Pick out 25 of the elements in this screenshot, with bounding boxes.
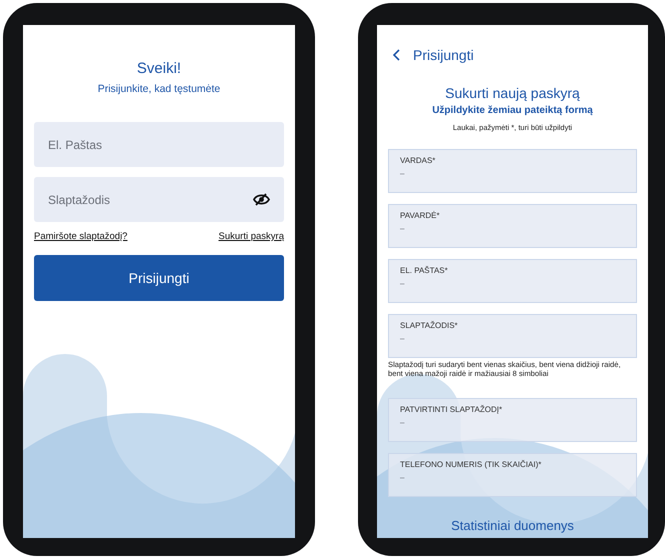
email-field[interactable]: El. Paštas: [34, 122, 284, 167]
password-field[interactable]: Slaptažodis: [34, 177, 284, 222]
field-label: EL. PAŠTAS*: [400, 266, 449, 275]
welcome-subtitle: Prisijunkite, kad tęstumėte: [98, 83, 220, 95]
form-title: Sukurti naują paskyrą: [445, 85, 580, 101]
section-title: Statistiniai duomenys: [451, 518, 574, 533]
field-label: SLAPTAŽODIS*: [400, 321, 459, 330]
field-label: PATVIRTINTI SLAPTAŽODĮ*: [400, 404, 504, 414]
input-field[interactable]: –: [400, 334, 625, 343]
welcome-title: Sveiki!: [136, 60, 182, 77]
eye-slash-icon[interactable]: [253, 193, 270, 206]
input-field[interactable]: –: [400, 224, 625, 233]
field-label: PAVARDĖ*: [400, 211, 441, 220]
field-label: VARDAS*: [400, 156, 436, 165]
text-link[interactable]: Sukurti paskyrą: [218, 231, 284, 242]
back-button[interactable]: Prisijungti: [392, 47, 474, 63]
input-field[interactable]: –: [400, 472, 625, 482]
form-subtitle: Užpildykite žemiau pateiktą formą: [432, 105, 593, 116]
input-field[interactable]: –: [400, 418, 625, 427]
back-chevron-icon: [392, 49, 400, 61]
input-field[interactable]: –: [400, 279, 625, 288]
input-field[interactable]: –: [400, 169, 625, 178]
text-link[interactable]: Pamiršote slaptažodį?: [34, 231, 128, 242]
field-label: TELEFONO NUMERIS (TIK SKAIČIAI)*: [400, 460, 542, 469]
login-button[interactable]: Prisijungti: [34, 255, 284, 301]
